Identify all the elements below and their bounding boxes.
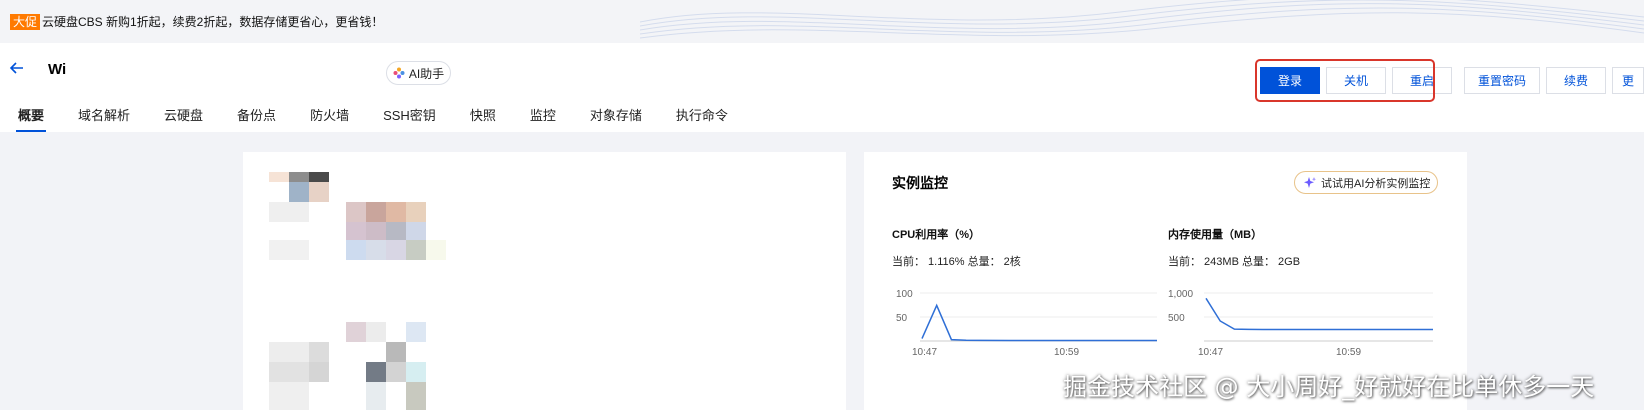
redacted-block	[309, 182, 329, 202]
redacted-block	[406, 322, 426, 342]
ai-analyze-label: 试试用AI分析实例监控	[1321, 177, 1431, 190]
redacted-block	[269, 202, 309, 222]
redacted-block	[346, 322, 366, 342]
y-tick-label: 50	[896, 313, 908, 324]
redacted-block	[289, 172, 309, 182]
tab-overview[interactable]: 概要	[15, 105, 47, 132]
cpu-current-value: 当前： 1.116% 总量： 2核	[892, 256, 1021, 268]
redacted-block	[426, 240, 446, 260]
promo-banner[interactable]: 大促 云硬盘CBS 新购1折起，续费2折起，数据存储更省心，更省钱！	[0, 0, 1644, 43]
highlight-box	[1255, 59, 1435, 102]
tab-dns[interactable]: 域名解析	[78, 105, 130, 132]
redacted-block	[406, 362, 426, 382]
redacted-block	[289, 182, 309, 202]
redacted-block	[309, 362, 329, 382]
monitor-title: 实例监控	[892, 175, 948, 191]
x-tick-label: 10:47	[1198, 347, 1223, 358]
watermark-text: 掘金技术社区 @ 大小周好_好就好在比单休多一天	[1063, 373, 1595, 401]
ai-assistant-button[interactable]: AI助手	[386, 61, 451, 85]
redacted-block	[366, 362, 386, 382]
redacted-block	[269, 382, 309, 410]
ai-sparkle-icon	[393, 67, 405, 79]
tab-firewall[interactable]: 防火墙	[310, 105, 349, 132]
redacted-block	[269, 362, 309, 382]
more-button[interactable]: 更	[1612, 67, 1644, 94]
instance-name: Wi	[48, 61, 67, 78]
redacted-block	[386, 202, 406, 222]
renew-button[interactable]: 续费	[1546, 67, 1606, 94]
y-tick-label: 500	[1168, 313, 1185, 324]
memory-series-line	[1205, 297, 1433, 331]
reset-password-button[interactable]: 重置密码	[1464, 67, 1540, 94]
redacted-block	[406, 202, 426, 222]
sparkle-icon	[1304, 176, 1316, 188]
redacted-block	[386, 362, 406, 382]
tab-monitor[interactable]: 监控	[530, 105, 556, 132]
redacted-block	[309, 172, 329, 182]
banner-wave-decoration	[640, 0, 1644, 39]
redacted-block	[346, 240, 366, 260]
redacted-block	[269, 172, 289, 182]
arrow-left-icon[interactable]	[8, 59, 26, 77]
tab-snapshot[interactable]: 快照	[470, 105, 496, 132]
redacted-block	[366, 322, 386, 342]
redacted-block	[309, 342, 329, 362]
tab-cloud-disk[interactable]: 云硬盘	[164, 105, 203, 132]
tab-run-command[interactable]: 执行命令	[676, 105, 728, 132]
x-tick-label: 10:59	[1054, 347, 1079, 358]
ai-assistant-label: AI助手	[408, 66, 445, 81]
redacted-block	[386, 222, 406, 242]
x-tick-label: 10:59	[1336, 347, 1361, 358]
redacted-block	[366, 222, 386, 242]
instance-info-card-redacted	[243, 152, 846, 410]
redacted-block	[366, 202, 386, 222]
promo-tag: 大促	[10, 14, 41, 30]
x-tick-label: 10:47	[912, 347, 937, 358]
redacted-block	[406, 382, 426, 410]
y-tick-label: 1,000	[1168, 289, 1193, 300]
redacted-block	[386, 240, 406, 260]
tab-object-storage[interactable]: 对象存储	[590, 105, 642, 132]
redacted-block	[366, 382, 386, 410]
cpu-series-line	[921, 303, 1157, 342]
memory-metric-title: 内存使用量（MB）	[1168, 229, 1263, 241]
redacted-block	[346, 222, 366, 242]
ai-analyze-button[interactable]: 试试用AI分析实例监控	[1294, 171, 1438, 194]
instance-header: Wi AI助手 登录 关机 重启 重置密码 续费 更 概要 域名解析 云硬盘 备…	[0, 43, 1644, 132]
redacted-block	[366, 240, 386, 260]
tab-bar: 概要 域名解析 云硬盘 备份点 防火墙 SSH密钥 快照 监控 对象存储 执行命…	[15, 105, 762, 132]
tab-ssh-keys[interactable]: SSH密钥	[383, 105, 436, 132]
redacted-block	[346, 202, 366, 222]
promo-text[interactable]: 云硬盘CBS 新购1折起，续费2折起，数据存储更省心，更省钱！	[42, 14, 383, 30]
tab-backup[interactable]: 备份点	[237, 105, 276, 132]
cpu-metric-title: CPU利用率（%）	[892, 229, 981, 241]
y-tick-label: 100	[896, 289, 913, 300]
redacted-block	[406, 222, 426, 242]
memory-current-value: 当前： 243MB 总量： 2GB	[1168, 256, 1301, 268]
redacted-block	[406, 240, 426, 260]
redacted-block	[269, 240, 309, 260]
redacted-block	[269, 342, 309, 362]
redacted-block	[386, 342, 406, 362]
